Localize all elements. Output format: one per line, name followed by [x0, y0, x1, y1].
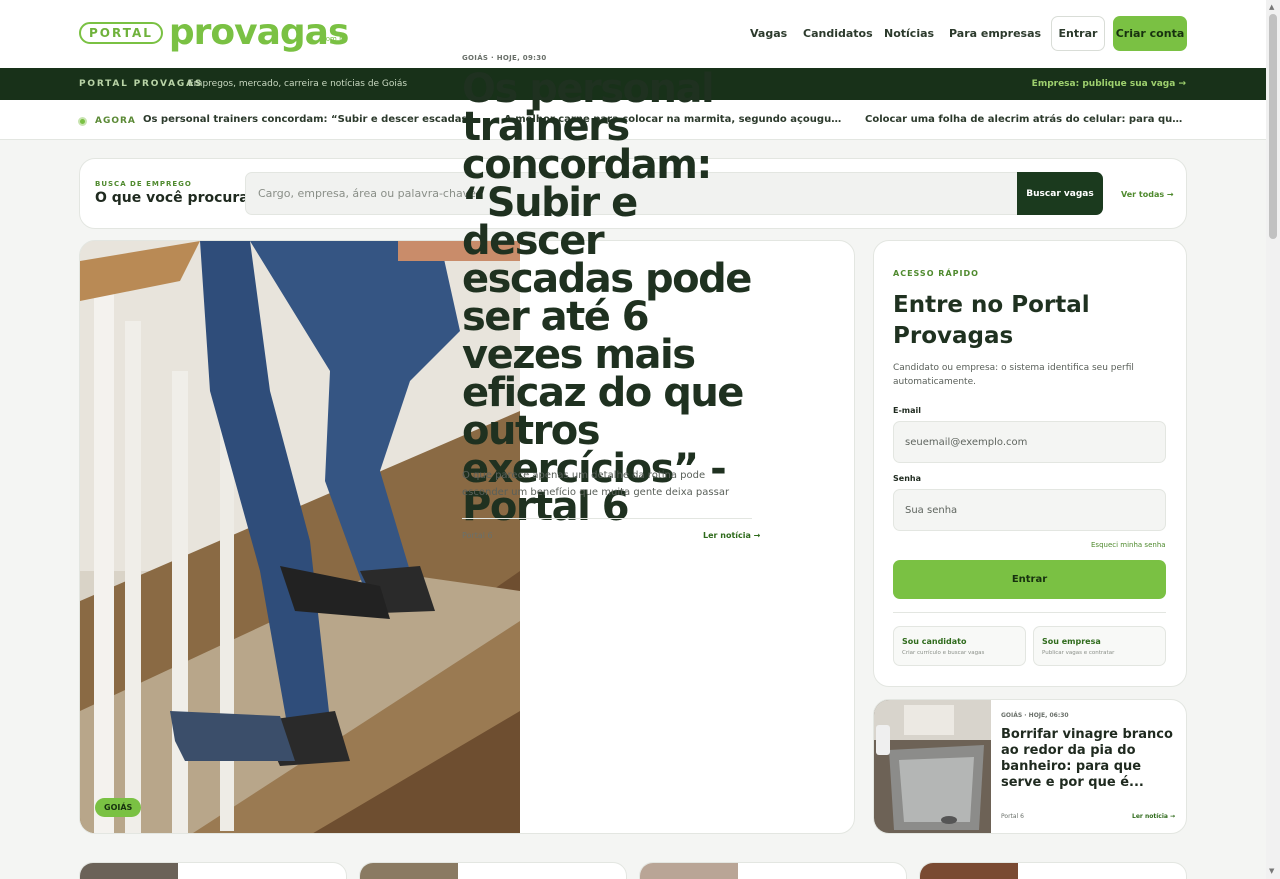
nav-noticias[interactable]: Notícias: [884, 27, 934, 40]
featured-article-title[interactable]: Os personal trainers concordam: “Subir e…: [462, 69, 752, 527]
logo-portal-badge: PORTAL: [79, 22, 163, 44]
site-logo[interactable]: PORTAL provagas .com.br: [79, 13, 350, 53]
nav-vagas[interactable]: Vagas: [750, 27, 787, 40]
featured-article-image: [80, 241, 520, 833]
news-card-image: [80, 863, 178, 879]
option-title: Sou candidato: [902, 637, 967, 646]
news-card-image: [360, 863, 458, 879]
news-card-source: Portal 6: [1001, 813, 1024, 820]
news-card[interactable]: [919, 862, 1187, 879]
featured-article-source: Portal 6: [462, 531, 493, 540]
nav-candidatos[interactable]: Candidatos: [803, 27, 873, 40]
news-card[interactable]: [79, 862, 347, 879]
publish-job-link[interactable]: Empresa: publique sua vaga →: [1032, 79, 1186, 89]
create-account-button[interactable]: Criar conta: [1113, 16, 1187, 51]
login-kicker: ACESSO RÁPIDO: [893, 269, 979, 278]
login-submit-button[interactable]: Entrar: [893, 560, 1166, 599]
logo-wordmark: provagas .com.br: [169, 15, 350, 51]
login-description: Candidato ou empresa: o sistema identifi…: [893, 363, 1134, 387]
news-card-title[interactable]: Borrifar vinagre branco ao redor da pia …: [1001, 727, 1177, 791]
category-badge[interactable]: GOIÁS: [95, 798, 142, 817]
ticker-item[interactable]: Os personal trainers concordam: “Subir e…: [143, 114, 481, 125]
scrollbar-thumb[interactable]: [1269, 14, 1277, 239]
page-scrollbar[interactable]: ▲ ▼: [1266, 0, 1280, 879]
news-card-meta: GOIÁS · HOJE, 06:30: [1001, 712, 1069, 719]
search-title: O que você procura?: [95, 190, 257, 206]
option-title: Sou empresa: [1042, 637, 1101, 646]
search-jobs-button[interactable]: Buscar vagas: [1017, 172, 1103, 215]
news-card[interactable]: [639, 862, 907, 879]
logo-domain: .com.br: [319, 35, 347, 43]
nav-para-empresas[interactable]: Para empresas: [949, 27, 1041, 40]
email-field[interactable]: [893, 421, 1166, 463]
read-article-link[interactable]: Ler notícia →: [1132, 813, 1175, 820]
divider: [462, 518, 752, 519]
search-kicker: BUSCA DE EMPREGO: [95, 180, 192, 188]
forgot-password-link[interactable]: Esqueci minha senha: [1091, 541, 1166, 549]
scroll-down-icon[interactable]: ▼: [1269, 867, 1274, 875]
read-article-link[interactable]: Ler notícia →: [703, 531, 760, 540]
featured-article-summary: O que parece apenas um detalhe da rotina…: [462, 470, 730, 498]
option-subtitle: Publicar vagas e contratar: [1042, 650, 1115, 656]
candidate-option-button[interactable]: Sou candidato Criar currículo e buscar v…: [893, 626, 1026, 666]
news-card-image: [920, 863, 1018, 879]
divider: [893, 612, 1166, 613]
login-title: Entre no Portal Provagas: [893, 292, 1090, 349]
info-bar-brand: PORTAL PROVAGAS: [79, 79, 204, 89]
see-all-jobs-link[interactable]: Ver todas →: [1121, 190, 1174, 199]
ticker-label: AGORA: [95, 116, 136, 126]
scroll-up-icon[interactable]: ▲: [1269, 3, 1274, 11]
password-field[interactable]: [893, 489, 1166, 531]
ticker-item[interactable]: Colocar uma folha de alecrim atrás do ce…: [865, 114, 1188, 125]
news-card-image: [874, 700, 991, 833]
live-dot-icon: [78, 117, 87, 126]
site-header: PORTAL provagas .com.br Vagas Candidatos …: [0, 0, 1266, 68]
company-option-button[interactable]: Sou empresa Publicar vagas e contratar: [1033, 626, 1166, 666]
news-card[interactable]: [359, 862, 627, 879]
info-bar-description: Empregos, mercado, carreira e notícias d…: [188, 79, 408, 89]
option-subtitle: Criar currículo e buscar vagas: [902, 650, 985, 656]
email-label: E-mail: [893, 406, 922, 415]
featured-article-meta: GOIÁS · HOJE, 09:30: [462, 54, 547, 62]
password-label: Senha: [893, 474, 921, 483]
news-card-image: [640, 863, 738, 879]
login-button[interactable]: Entrar: [1051, 16, 1105, 51]
